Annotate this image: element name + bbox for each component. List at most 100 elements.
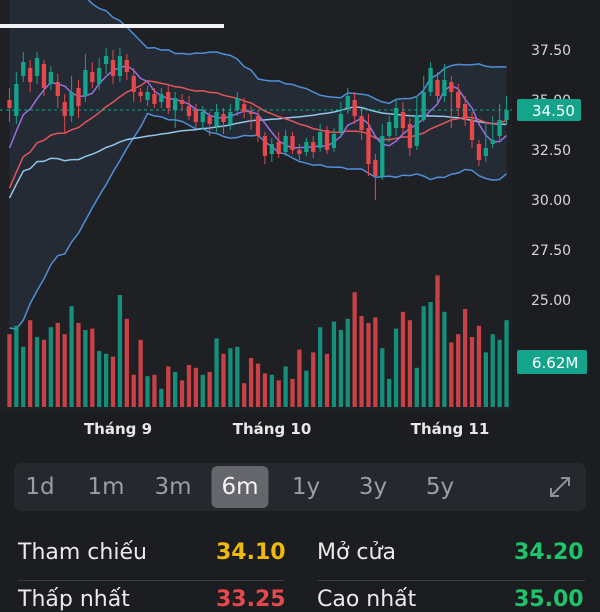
candle-body bbox=[304, 142, 309, 152]
volume-bar bbox=[48, 327, 54, 407]
volume-bar bbox=[456, 334, 461, 407]
candle-body bbox=[76, 88, 81, 106]
candle-body bbox=[283, 136, 288, 152]
candle-body bbox=[21, 62, 26, 76]
candle-body bbox=[421, 92, 426, 120]
period-tab-3m[interactable]: 3m bbox=[144, 463, 201, 511]
volume-bar bbox=[483, 352, 488, 407]
volume-bar bbox=[69, 306, 74, 407]
open-label: Mở cửa bbox=[317, 540, 396, 565]
volume-bar bbox=[179, 380, 185, 407]
candle-body bbox=[186, 106, 192, 116]
period-tab-1d[interactable]: 1d bbox=[15, 463, 64, 511]
volume-bar bbox=[421, 306, 426, 407]
volume-bar bbox=[110, 356, 116, 407]
candle-body bbox=[235, 98, 240, 110]
volume-bar bbox=[490, 334, 495, 407]
candle-body bbox=[207, 116, 212, 124]
volume-bar bbox=[497, 339, 502, 407]
candle-body bbox=[276, 142, 281, 154]
candle-body bbox=[476, 144, 482, 160]
candle-body bbox=[400, 112, 406, 128]
candle-body bbox=[138, 92, 143, 96]
expand-icon[interactable] bbox=[548, 475, 572, 499]
candle-body bbox=[90, 72, 95, 82]
candle-body bbox=[166, 92, 171, 108]
period-tab-6m[interactable]: 6m bbox=[211, 466, 269, 508]
page-indicator bbox=[0, 24, 224, 28]
candle-body bbox=[7, 100, 12, 108]
candle-body bbox=[490, 140, 495, 144]
candle-body bbox=[387, 122, 392, 136]
candle-body bbox=[373, 160, 378, 176]
volume-bar bbox=[469, 337, 475, 407]
candle-body bbox=[255, 116, 261, 136]
volume-bar bbox=[393, 328, 399, 407]
candle-body bbox=[504, 110, 509, 120]
volume-bar bbox=[290, 379, 295, 407]
y-tick-label: 32.50 bbox=[531, 143, 571, 159]
volume-bar bbox=[324, 353, 330, 407]
open-value: 34.20 bbox=[514, 540, 584, 565]
volume-bar bbox=[504, 320, 509, 407]
candle-body bbox=[214, 112, 219, 126]
period-tab-1m[interactable]: 1m bbox=[77, 463, 134, 511]
candle-body bbox=[103, 56, 109, 64]
volume-bar bbox=[338, 330, 343, 407]
candlestick-chart-svg[interactable]: 37.5035.0032.5030.0027.5025.0034.506.62M bbox=[0, 0, 600, 410]
volume-bar bbox=[21, 346, 26, 407]
period-tab-3y[interactable]: 3y bbox=[349, 463, 397, 511]
volume-bar bbox=[166, 366, 171, 407]
volume-bar bbox=[297, 349, 302, 407]
volume-bar bbox=[235, 346, 240, 407]
volume-bar bbox=[373, 317, 378, 407]
candle-body bbox=[173, 98, 178, 110]
volume-bar bbox=[200, 374, 205, 407]
period-tab-5y[interactable]: 5y bbox=[416, 463, 464, 511]
volume-bar bbox=[387, 379, 392, 407]
volume-bar bbox=[34, 337, 40, 407]
volume-bar bbox=[90, 328, 95, 407]
candle-body bbox=[55, 82, 60, 96]
candle-body bbox=[317, 132, 323, 148]
y-tick-label: 27.50 bbox=[531, 243, 571, 259]
candle-body bbox=[124, 60, 129, 72]
volume-bar bbox=[248, 358, 254, 407]
volume-bar bbox=[221, 353, 226, 407]
volume-bar bbox=[359, 316, 364, 407]
candle-body bbox=[145, 92, 150, 100]
candle-body bbox=[193, 110, 199, 122]
volume-bar bbox=[400, 311, 406, 407]
volume-bar bbox=[435, 275, 440, 407]
candle-body bbox=[393, 108, 399, 128]
volume-bar bbox=[407, 320, 413, 407]
candle-body bbox=[345, 96, 350, 108]
price-chart[interactable]: 37.5035.0032.5030.0027.5025.0034.506.62M bbox=[0, 0, 600, 410]
candle-body bbox=[359, 116, 364, 130]
candle-body bbox=[290, 136, 295, 150]
volume-bar bbox=[97, 351, 102, 407]
candle-body bbox=[228, 112, 233, 124]
candle-body bbox=[200, 112, 205, 122]
volume-bar bbox=[269, 374, 274, 407]
candle-body bbox=[221, 114, 226, 122]
candle-body bbox=[338, 114, 343, 132]
volume-bar bbox=[145, 376, 150, 407]
volume-bar bbox=[186, 365, 192, 407]
volume-bar bbox=[41, 339, 47, 407]
candle-body bbox=[159, 94, 164, 102]
candle-body bbox=[69, 92, 74, 116]
candle-body bbox=[497, 120, 502, 136]
volume-bar bbox=[117, 295, 123, 407]
candle-body bbox=[262, 136, 268, 156]
volume-bar bbox=[152, 374, 157, 407]
volume-bar bbox=[14, 325, 19, 407]
x-label: Tháng 11 bbox=[410, 420, 490, 438]
x-label: Tháng 9 bbox=[83, 420, 153, 438]
volume-bar bbox=[207, 372, 212, 407]
volume-bar bbox=[124, 318, 129, 407]
volume-bar bbox=[193, 367, 199, 407]
period-tab-1y[interactable]: 1y bbox=[282, 463, 330, 511]
volume-bar bbox=[462, 309, 468, 407]
volume-bar bbox=[428, 302, 433, 407]
